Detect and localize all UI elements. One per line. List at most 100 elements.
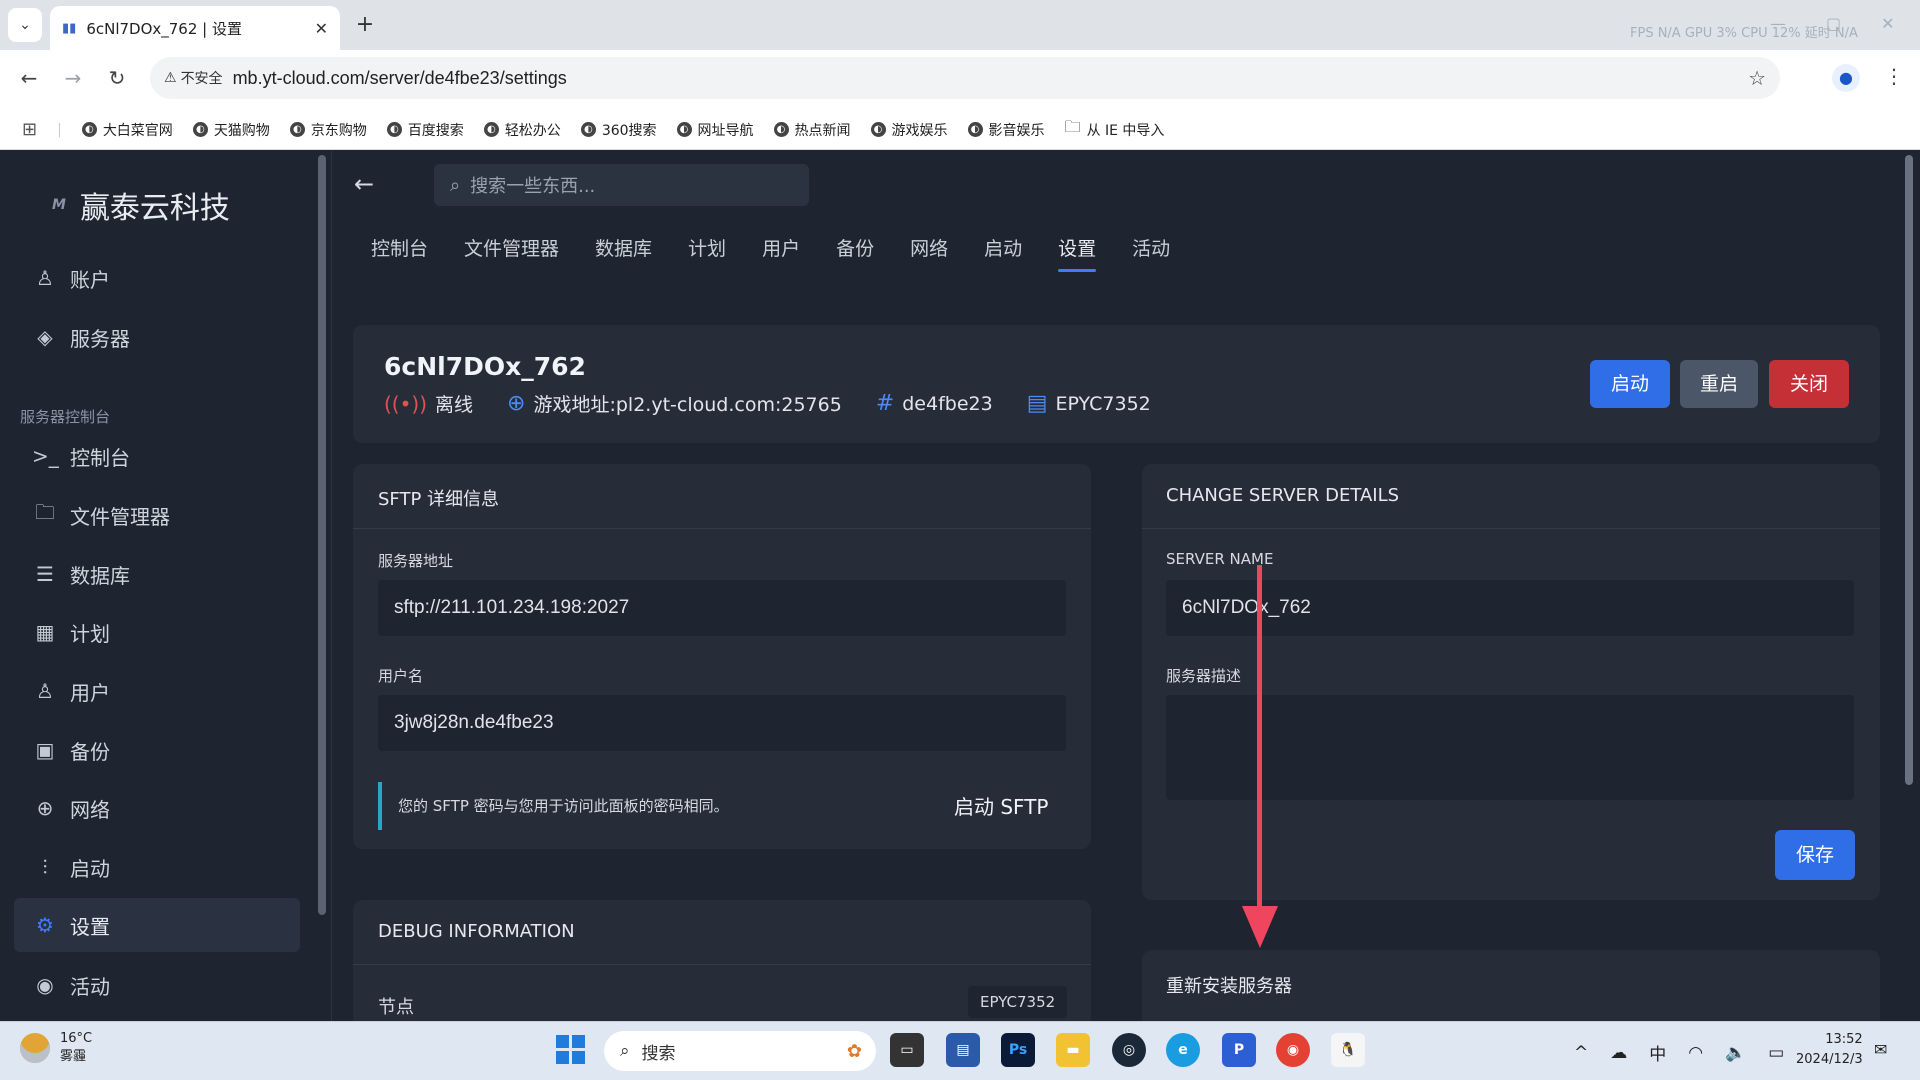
minimize-icon[interactable]: — [1770,14,1786,33]
bookmark-item[interactable]: ◐ 热点新闻 [773,120,851,140]
clock-time: 13:52 [1825,1032,1863,1047]
terminal-icon: >_ [32,444,59,468]
qq-icon[interactable]: 🐧 [1331,1033,1365,1067]
system-clock[interactable]: 13:52 2024/12/3 [1796,1030,1863,1070]
browser-tab[interactable]: ▮▮ 6cNl7DOx_762 | 设置 ✕ [50,6,340,50]
sidebar-item-databases[interactable]: ☰ 数据库 [14,547,300,601]
weather-desc: 雾霾 [60,1049,87,1064]
bookmark-item[interactable]: ◐ 百度搜索 [386,120,464,140]
weather-widget[interactable]: 16°C 雾霾 [20,1030,92,1066]
bookmark-item[interactable]: ◐ 360搜索 [580,120,657,140]
notification-icon[interactable]: ✉ [1874,1040,1887,1059]
start-button[interactable]: 启动 [1590,360,1670,408]
windows-start-icon[interactable] [556,1035,586,1065]
brand-logo[interactable]: M 赢泰云科技 [52,183,230,227]
url-text[interactable]: mb.yt-cloud.com/server/de4fbe23/settings [233,68,567,89]
tab-network[interactable]: 网络 [892,234,966,274]
search-input[interactable]: ⌕ 搜索一些东西... [434,164,809,206]
reload-icon[interactable]: ↻ [102,66,132,90]
close-tab-icon[interactable]: ✕ [315,19,328,38]
bookmark-item[interactable]: ◐ 影音娱乐 [967,120,1045,140]
task-view-icon[interactable]: ▭ [890,1033,924,1067]
bookmark-item[interactable]: ◐ 天猫购物 [192,120,270,140]
sidebar-item-network[interactable]: ⊕ 网络 [14,781,300,835]
sftp-title: SFTP 详细信息 [378,489,500,510]
maximize-icon[interactable]: ▢ [1826,14,1841,33]
tab-backups[interactable]: 备份 [818,234,892,274]
server-description-input[interactable] [1166,695,1854,800]
sidebar-item-label: 活动 [70,974,110,999]
sidebar-item-servers[interactable]: ◈ 服务器 [14,310,300,364]
bookmark-folder[interactable]: 🗀 从 IE 中导入 [1065,116,1165,143]
stop-button[interactable]: 关闭 [1769,360,1849,408]
server-name: 6cNl7DOx_762 [384,352,586,381]
sidebar-item-account[interactable]: ♙ 账户 [14,251,300,305]
tab-files[interactable]: 文件管理器 [446,234,577,274]
ime-indicator[interactable]: 中 [1649,1040,1666,1065]
sidebar-item-backups[interactable]: ▣ 备份 [14,723,300,777]
wifi-icon[interactable]: ◠ [1688,1043,1703,1063]
debug-node-label: 节点 [378,997,414,1018]
battery-icon[interactable]: ▭ [1768,1043,1784,1063]
new-tab-button[interactable]: + [350,10,380,40]
launch-sftp-button[interactable]: 启动 SFTP [954,791,1048,820]
sidebar-scrollbar[interactable] [318,155,326,915]
back-arrow-icon[interactable]: ← [354,170,374,198]
browser-menu-icon[interactable]: ⋮ [1884,64,1904,88]
taskbar-search[interactable]: ⌕ 搜索 ✿ [604,1031,876,1071]
restart-button[interactable]: 重启 [1680,360,1758,408]
photoshop-icon[interactable]: Ps [1001,1033,1035,1067]
sidebar-item-console[interactable]: >_ 控制台 [14,429,300,483]
tab-databases[interactable]: 数据库 [577,234,670,274]
sidebar-item-label: 设置 [70,914,110,939]
address-bar[interactable]: ⚠ 不安全 mb.yt-cloud.com/server/de4fbe23/se… [150,57,1780,99]
sidebar-item-users[interactable]: ♙ 用户 [14,664,300,718]
bookmark-item[interactable]: ◐ 大白菜官网 [81,120,173,140]
tab-activity[interactable]: 活动 [1114,234,1188,274]
forward-icon[interactable]: → [58,66,88,90]
globe-icon: ◐ [870,122,886,137]
shield-app-icon[interactable]: P [1222,1033,1256,1067]
tab-startup[interactable]: 启动 [966,234,1040,274]
close-window-icon[interactable]: ✕ [1881,14,1894,33]
weather-text: 16°C 雾霾 [60,1030,92,1066]
profile-avatar-icon[interactable]: ● [1832,64,1860,92]
sftp-address-field[interactable]: sftp://211.101.234.198:2027 [378,580,1066,636]
tab-console[interactable]: 控制台 [353,234,446,274]
tab-settings[interactable]: 设置 [1040,234,1114,274]
back-icon[interactable]: ← [14,66,44,90]
computer-app-icon[interactable]: ▤ [946,1033,980,1067]
file-explorer-icon[interactable]: ▬ [1056,1033,1090,1067]
bookmark-item[interactable]: ◐ 网址导航 [676,120,754,140]
bookmark-item[interactable]: ◐ 轻松办公 [483,120,561,140]
chrome-icon[interactable]: ◉ [1276,1033,1310,1067]
sidebar-item-label: 启动 [70,856,110,881]
bookmarks-divider: | [57,121,62,138]
server-icon: ▤ [1026,391,1048,416]
sidebar-item-settings[interactable]: ⚙ 设置 [14,898,300,952]
security-indicator[interactable]: ⚠ 不安全 [164,68,223,88]
main-scrollbar[interactable] [1905,155,1913,785]
save-button[interactable]: 保存 [1775,830,1855,880]
sidebar-item-activity[interactable]: ◉ 活动 [14,958,300,1012]
chevron-up-icon[interactable]: ^ [1574,1043,1588,1063]
sidebar-item-startup[interactable]: ⫶ 启动 [14,840,300,894]
sidebar-item-schedules[interactable]: ▦ 计划 [14,605,300,659]
sidebar-item-label: 控制台 [70,445,130,470]
sftp-username-field[interactable]: 3jw8j28n.de4fbe23 [378,695,1066,751]
bookmark-item[interactable]: ◐ 京东购物 [289,120,367,140]
volume-icon[interactable]: 🔈 [1725,1043,1746,1063]
bookmark-item[interactable]: ◐ 游戏娱乐 [870,120,948,140]
tab-users[interactable]: 用户 [744,234,818,274]
edge-icon[interactable]: e [1166,1033,1200,1067]
bookmark-star-icon[interactable]: ☆ [1748,66,1766,90]
tab-search-button[interactable]: ⌄ [8,8,42,42]
apps-grid-icon[interactable]: ⊞ [22,119,37,140]
cloud-icon[interactable]: ☁ [1610,1043,1627,1063]
tab-schedules[interactable]: 计划 [670,234,744,274]
server-name-input[interactable]: 6cNl7DOx_762 [1166,580,1854,636]
sidebar-item-label: 备份 [70,739,110,764]
steam-icon[interactable]: ◎ [1112,1033,1146,1067]
sidebar-item-files[interactable]: 🗀 文件管理器 [14,488,300,542]
globe-icon: ⊕ [507,391,526,416]
